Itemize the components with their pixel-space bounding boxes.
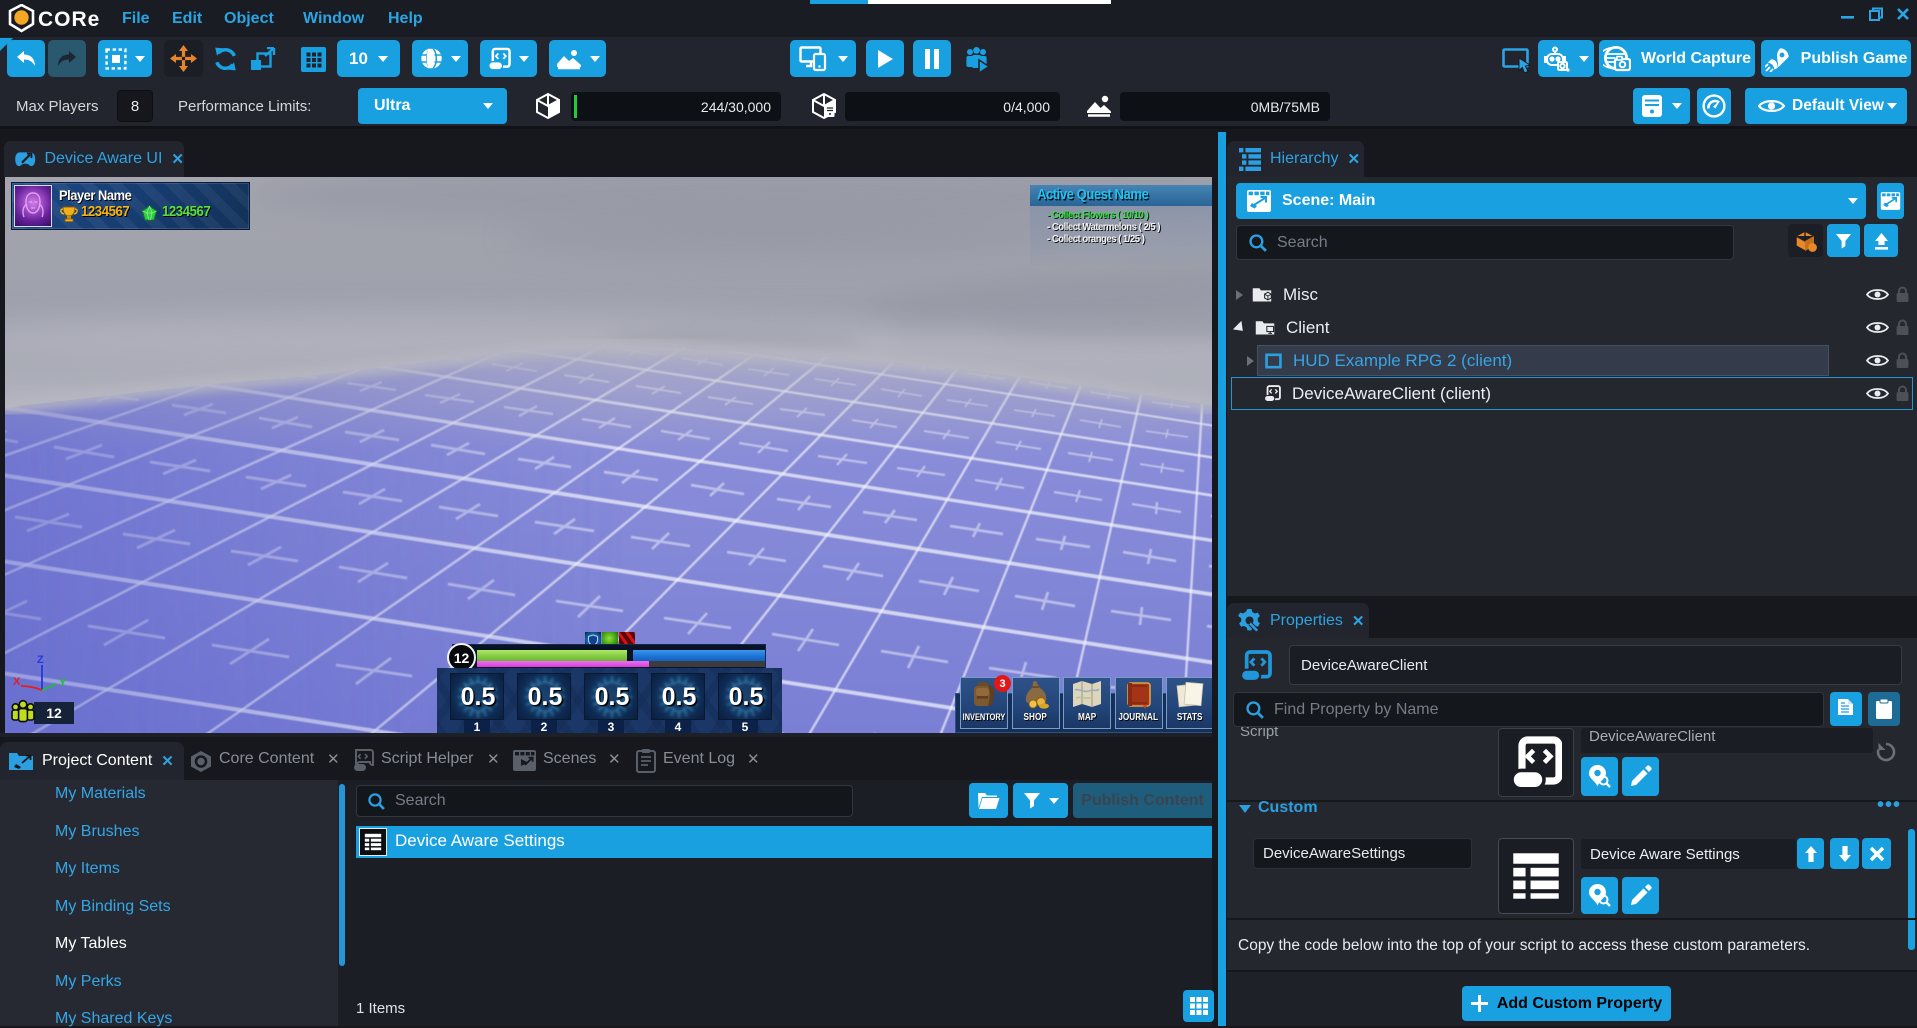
svg-text:Y: Y — [59, 677, 67, 689]
svg-text:CORe: CORe — [38, 8, 100, 31]
svg-text:X: X — [13, 676, 21, 688]
svg-text:Z: Z — [37, 655, 44, 666]
